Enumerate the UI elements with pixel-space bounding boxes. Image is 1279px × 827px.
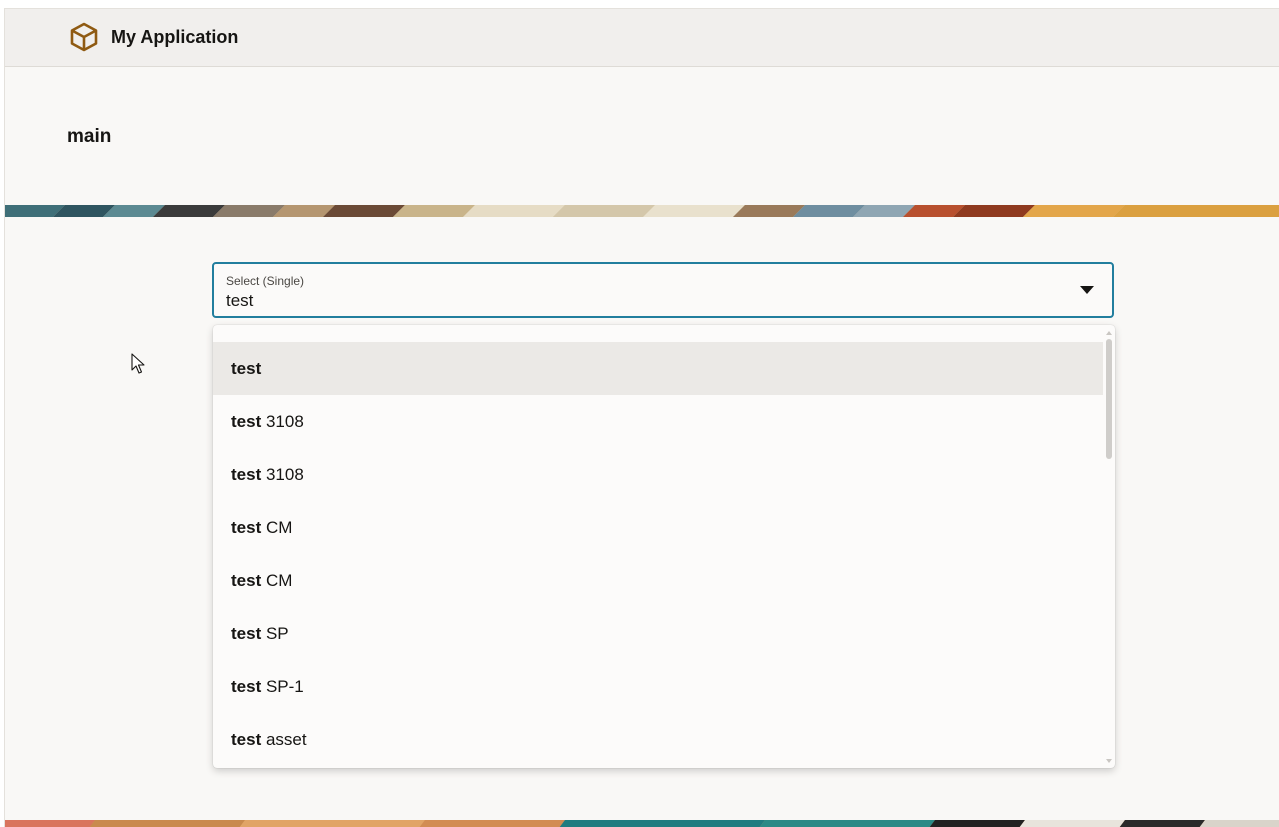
app-title: My Application (111, 27, 239, 47)
option-rest-text: SP-1 (261, 676, 304, 696)
option-match-text: test (231, 517, 262, 537)
app-header: My Application (5, 9, 1279, 67)
option-match-text: test (231, 411, 262, 431)
dropdown-option[interactable]: test CM (213, 554, 1103, 607)
scroll-down-arrow-icon[interactable] (1106, 759, 1112, 763)
option-match-text: test (231, 570, 262, 590)
option-rest-text: CM (261, 517, 293, 537)
dropdown-scrollbar[interactable] (1105, 331, 1113, 763)
select-dropdown-list: test asset test SP-1 test SP test CM test CM… (213, 325, 1115, 768)
decorative-banner (5, 205, 1279, 217)
decorative-banner-bottom (5, 820, 1279, 827)
option-rest-text: asset (261, 729, 307, 749)
option-match-text: test (231, 464, 262, 484)
option-rest-text: 3108 (261, 411, 304, 431)
option-match-text: test (231, 729, 262, 749)
dropdown-option[interactable]: test 3108 (213, 395, 1103, 448)
option-rest-text: CM (261, 570, 293, 590)
dropdown-option[interactable]: test 3108 (213, 448, 1103, 501)
option-match-text: test (231, 676, 262, 696)
option-match-text: test (231, 358, 262, 378)
page-title: main (67, 126, 112, 147)
option-rest-text: SP (261, 623, 289, 643)
dropdown-option[interactable]: test (213, 342, 1103, 395)
dropdown-option[interactable]: test SP-1 (213, 660, 1103, 713)
dropdown-option[interactable]: test CM (213, 501, 1103, 554)
select-input-value[interactable]: test (226, 291, 253, 311)
option-match-text: test (231, 623, 262, 643)
cube-icon[interactable] (69, 22, 99, 52)
mouse-pointer-icon (131, 353, 145, 374)
single-select-field[interactable]: Select (Single) test (212, 262, 1114, 318)
dropdown-option[interactable]: test SP (213, 607, 1103, 660)
scroll-up-arrow-icon[interactable] (1106, 331, 1112, 335)
dropdown-option[interactable]: test asset (213, 713, 1103, 766)
scrollbar-thumb[interactable] (1106, 339, 1112, 459)
option-rest-text: 3108 (261, 464, 304, 484)
caret-down-icon[interactable] (1080, 286, 1094, 294)
select-label: Select (Single) (226, 274, 305, 288)
